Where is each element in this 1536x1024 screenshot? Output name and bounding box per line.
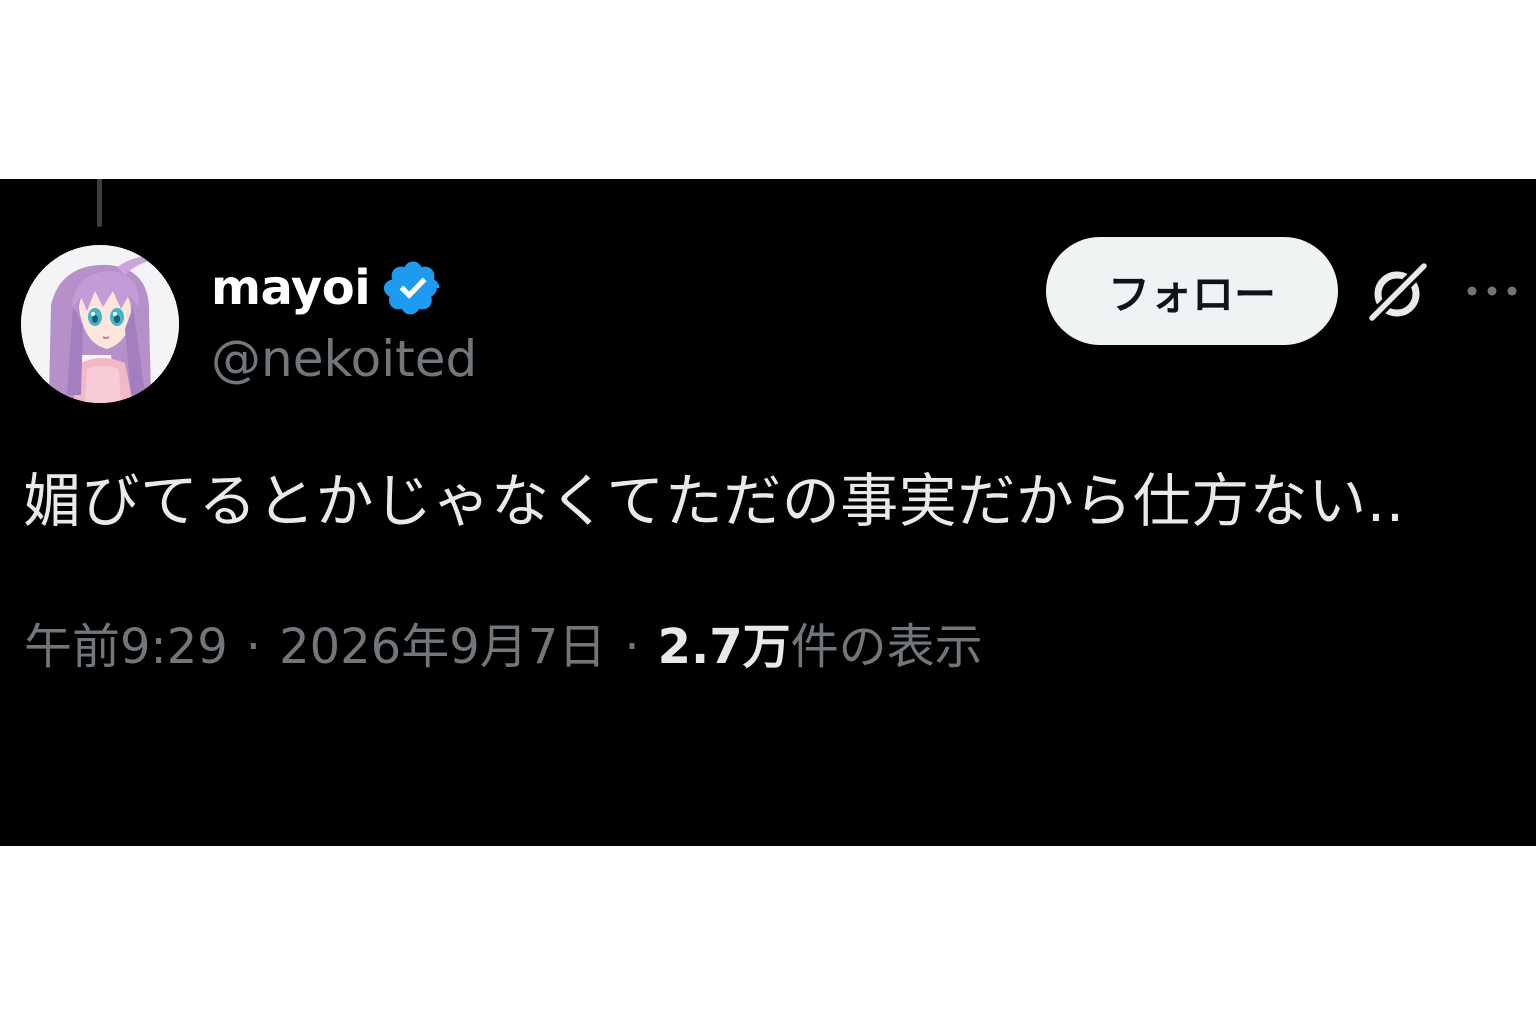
follow-button[interactable]: フォロー xyxy=(1046,237,1338,345)
page-top-margin xyxy=(0,0,1536,179)
more-options-icon[interactable] xyxy=(1464,279,1520,303)
meta-separator: · xyxy=(624,619,640,675)
meta-separator: · xyxy=(245,619,262,675)
verified-badge-icon[interactable] xyxy=(382,257,444,319)
view-count[interactable]: 2.7万 xyxy=(658,619,791,677)
tweet-meta: 午前9:29 · 2026年9月7日 · 2.7万 件の表示 xyxy=(24,619,983,677)
grok-icon[interactable] xyxy=(1364,260,1430,326)
avatar[interactable] xyxy=(21,245,179,403)
page-bottom-margin xyxy=(0,846,1536,1024)
author-handle[interactable]: @nekoited xyxy=(211,330,477,389)
thread-connector-line xyxy=(97,179,102,227)
author-name-row[interactable]: mayoi xyxy=(211,253,444,323)
tweet-date[interactable]: 2026年9月7日 xyxy=(279,619,606,677)
display-name[interactable]: mayoi xyxy=(211,264,371,312)
anime-character-avatar-icon xyxy=(21,245,179,403)
view-count-label[interactable]: 件の表示 xyxy=(791,619,983,677)
tweet-card[interactable]: mayoi @nekoited フォロー 媚びてるとかじゃなくてただの事実だから… xyxy=(0,179,1536,846)
tweet-text: 媚びてるとかじゃなくてただの事実だから仕方ない.. xyxy=(23,467,1405,535)
tweet-time[interactable]: 午前9:29 xyxy=(24,619,228,677)
